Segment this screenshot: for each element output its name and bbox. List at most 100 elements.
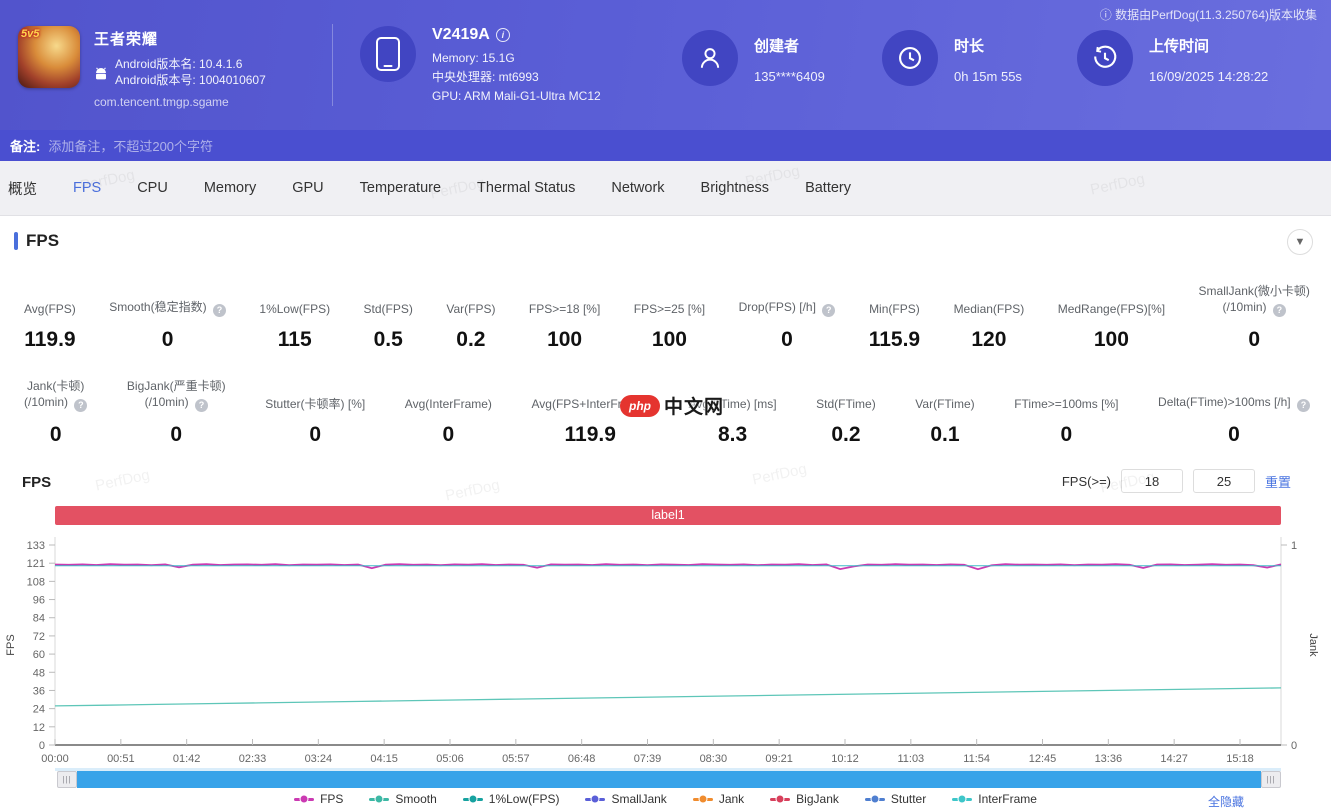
legend-item-1-low-fps-[interactable]: 1%Low(FPS) [463,792,560,806]
metric-value: 0 [405,423,492,447]
reset-button[interactable]: 重置 [1265,472,1291,491]
perfdog-watermark: PerfDog [751,460,808,488]
metric-cell: Var(FTime) 0.1 [911,378,978,447]
tab-gpu[interactable]: GPU [292,180,323,196]
legend-item-smooth[interactable]: Smooth [369,792,436,806]
metric-cell: FTime>=100ms [%] 0 [1010,378,1122,447]
legend-item-stutter[interactable]: Stutter [865,792,926,806]
legend-label: SmallJank [611,792,666,806]
metric-cell: Std(FPS) 0.5 [360,283,417,352]
x-tick-label: 14:27 [1160,753,1188,765]
legend-swatch [865,798,885,801]
metric-label-line1: Drop(FPS) [/h] ? [739,299,836,317]
chart-range-scrollbar[interactable]: ||| ||| [57,771,1281,788]
device-info-block: V2419A i Memory: 15.1G 中央处理器: mt6993 GPU… [360,26,601,106]
metric-cell: Stutter(卡顿率) [%] 0 [261,378,369,447]
legend-label: BigJank [796,792,839,806]
legend-item-interframe[interactable]: InterFrame [952,792,1037,806]
metric-value: 100 [529,328,600,352]
legend-label: Smooth [395,792,436,806]
question-icon[interactable]: ? [213,304,226,317]
history-clock-icon [1077,30,1133,86]
y-tick-label: 96 [33,595,45,607]
duration-block: 时长 0h 15m 55s [882,30,1022,86]
hide-all-link[interactable]: 全隐藏 [1208,793,1244,810]
metric-label-line1: Std(FTime) [816,396,876,412]
chart-legend: FPS Smooth 1%Low(FPS) SmallJank Jank BigJank S… [0,792,1331,806]
remark-placeholder: 添加备注，不超过200个字符 [48,136,213,155]
tab-memory[interactable]: Memory [204,180,256,196]
metrics-row-2: Jank(卡顿)(/10min) ?0BigJank(严重卡顿)(/10min)… [20,378,1314,447]
metric-label-line1: Std(FPS) [364,301,413,317]
device-memory: Memory: 15.1G [432,49,601,68]
tab-cpu[interactable]: CPU [137,180,168,196]
question-icon[interactable]: ? [822,304,835,317]
legend-label: FPS [320,792,343,806]
question-icon[interactable]: ? [1273,304,1286,317]
metric-label-line1: FPS>=25 [%] [634,301,705,317]
scrollbar-right-handle[interactable]: ||| [1261,771,1281,788]
metric-cell: SmallJank(微小卡顿)(/10min) ?0 [1195,283,1314,352]
creator-value: 135****6409 [754,69,825,84]
duration-value: 0h 15m 55s [954,69,1022,84]
question-icon[interactable]: ? [1297,399,1310,412]
metric-label-line1: SmallJank(微小卡顿) [1199,283,1310,299]
metric-value: 0.2 [816,423,876,447]
metric-label-line1: Var(FPS) [446,301,495,317]
y-tick-label: 12 [33,722,45,734]
tab-temperature[interactable]: Temperature [360,180,441,196]
tab-brightness[interactable]: Brightness [701,180,770,196]
x-tick-label: 12:45 [1029,753,1057,765]
fps-line-chart[interactable]: 133121108968472604836241201000:0000:5101… [0,528,1331,768]
metric-value: 0 [265,423,365,447]
header: ⓘ 数据由PerfDog(11.3.250764)版本收集 5v5 王者荣耀 A… [0,0,1331,130]
metric-label: MedRange(FPS)[%] [1058,283,1165,317]
fps-threshold-input-2[interactable] [1193,469,1255,493]
creator-block: 创建者 135****6409 [682,30,825,86]
metric-label-line1: Avg(InterFrame) [405,396,492,412]
question-icon[interactable]: ? [74,399,87,412]
perfdog-report-page: ⓘ 数据由PerfDog(11.3.250764)版本收集 5v5 王者荣耀 A… [0,0,1331,810]
metric-label-line1: Avg(FPS) [24,301,76,317]
question-icon[interactable]: ? [195,399,208,412]
tab-thermal-status[interactable]: Thermal Status [477,180,575,196]
y-tick-label: 121 [27,558,45,570]
metric-cell: Std(FTime) 0.2 [812,378,880,447]
legend-item-fps[interactable]: FPS [294,792,343,806]
fps-section-header: FPS [14,231,59,251]
scrollbar-left-handle[interactable]: ||| [57,771,77,788]
metric-cell: Drop(FPS) [/h] ?0 [735,283,840,352]
legend-item-bigjank[interactable]: BigJank [770,792,839,806]
collapse-section-button[interactable]: ▼ [1287,229,1313,255]
device-info-icon[interactable]: i [496,28,510,42]
y-tick-label: 84 [33,613,45,625]
legend-swatch [952,798,972,801]
fps-threshold-controls: FPS(>=) 重置 [1062,469,1291,493]
tab-fps[interactable]: FPS [73,180,101,196]
metric-label: Var(FTime) [915,378,974,412]
metric-label-line2: (/10min) ? [24,394,87,412]
device-cpu: 中央处理器: mt6993 [432,68,601,87]
metric-value: 8.3 [689,423,777,447]
tab-battery[interactable]: Battery [805,180,851,196]
metric-value: 0 [1199,328,1310,352]
remark-bar[interactable]: 备注: 添加备注，不超过200个字符 [0,130,1331,161]
x-tick-label: 03:24 [305,753,333,765]
x-tick-label: 00:51 [107,753,135,765]
chart-label1-banner: label1 [55,506,1281,525]
perfdog-watermark: PerfDog [444,476,501,504]
metric-label-line2: (/10min) ? [127,394,226,412]
tab-概览[interactable]: 概览 [8,178,37,199]
legend-item-smalljank[interactable]: SmallJank [585,792,666,806]
metric-label: 1%Low(FPS) [259,283,330,317]
metric-label: Min(FPS) [869,283,920,317]
metric-cell: Avg(FTime) [ms] 8.3 [685,378,781,447]
tab-network[interactable]: Network [611,180,664,196]
clock-icon [882,30,938,86]
fps-threshold-input-1[interactable] [1121,469,1183,493]
scrollbar-track[interactable] [77,771,1261,788]
metric-label: Stutter(卡顿率) [%] [265,378,365,412]
legend-item-jank[interactable]: Jank [693,792,744,806]
metric-value: 100 [634,328,705,352]
metric-value: 115 [259,328,330,352]
